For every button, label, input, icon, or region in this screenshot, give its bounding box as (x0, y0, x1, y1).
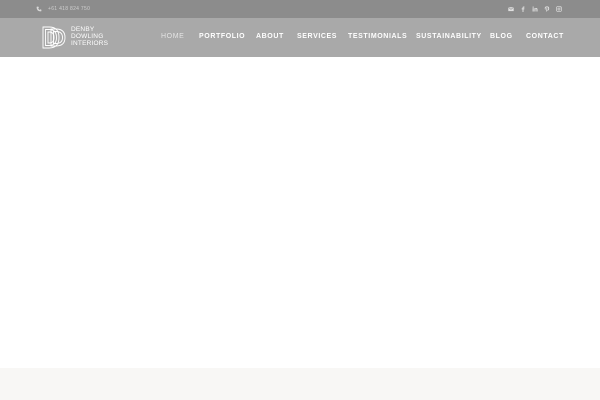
top-bar: +61 418 824 750 (0, 0, 600, 18)
pinterest-icon[interactable] (544, 6, 550, 12)
main-navigation: HOME PORTFOLIO ABOUT SERVICES TESTIMONIA… (0, 18, 600, 57)
nav-item-about[interactable]: ABOUT (256, 33, 284, 40)
footer-band (0, 368, 600, 400)
phone-contact[interactable]: +61 418 824 750 (36, 4, 90, 14)
site-header: DENBY DOWLING INTERIORS HOME PORTFOLIO A… (0, 18, 600, 57)
nav-item-blog[interactable]: BLOG (490, 33, 513, 40)
instagram-icon[interactable] (556, 6, 562, 12)
email-icon[interactable] (508, 6, 514, 12)
nav-item-portfolio[interactable]: PORTFOLIO (199, 33, 245, 40)
nav-item-home[interactable]: HOME (161, 33, 184, 40)
nav-item-sustainability[interactable]: SUSTAINABILITY (416, 33, 482, 40)
nav-item-contact[interactable]: CONTACT (526, 33, 564, 40)
phone-icon (36, 6, 42, 12)
facebook-icon[interactable] (520, 6, 526, 12)
hero-area (0, 57, 600, 368)
nav-item-testimonials[interactable]: TESTIMONIALS (348, 33, 407, 40)
social-links (508, 4, 562, 14)
nav-item-services[interactable]: SERVICES (297, 33, 337, 40)
phone-number[interactable]: +61 418 824 750 (48, 6, 90, 12)
linkedin-icon[interactable] (532, 6, 538, 12)
